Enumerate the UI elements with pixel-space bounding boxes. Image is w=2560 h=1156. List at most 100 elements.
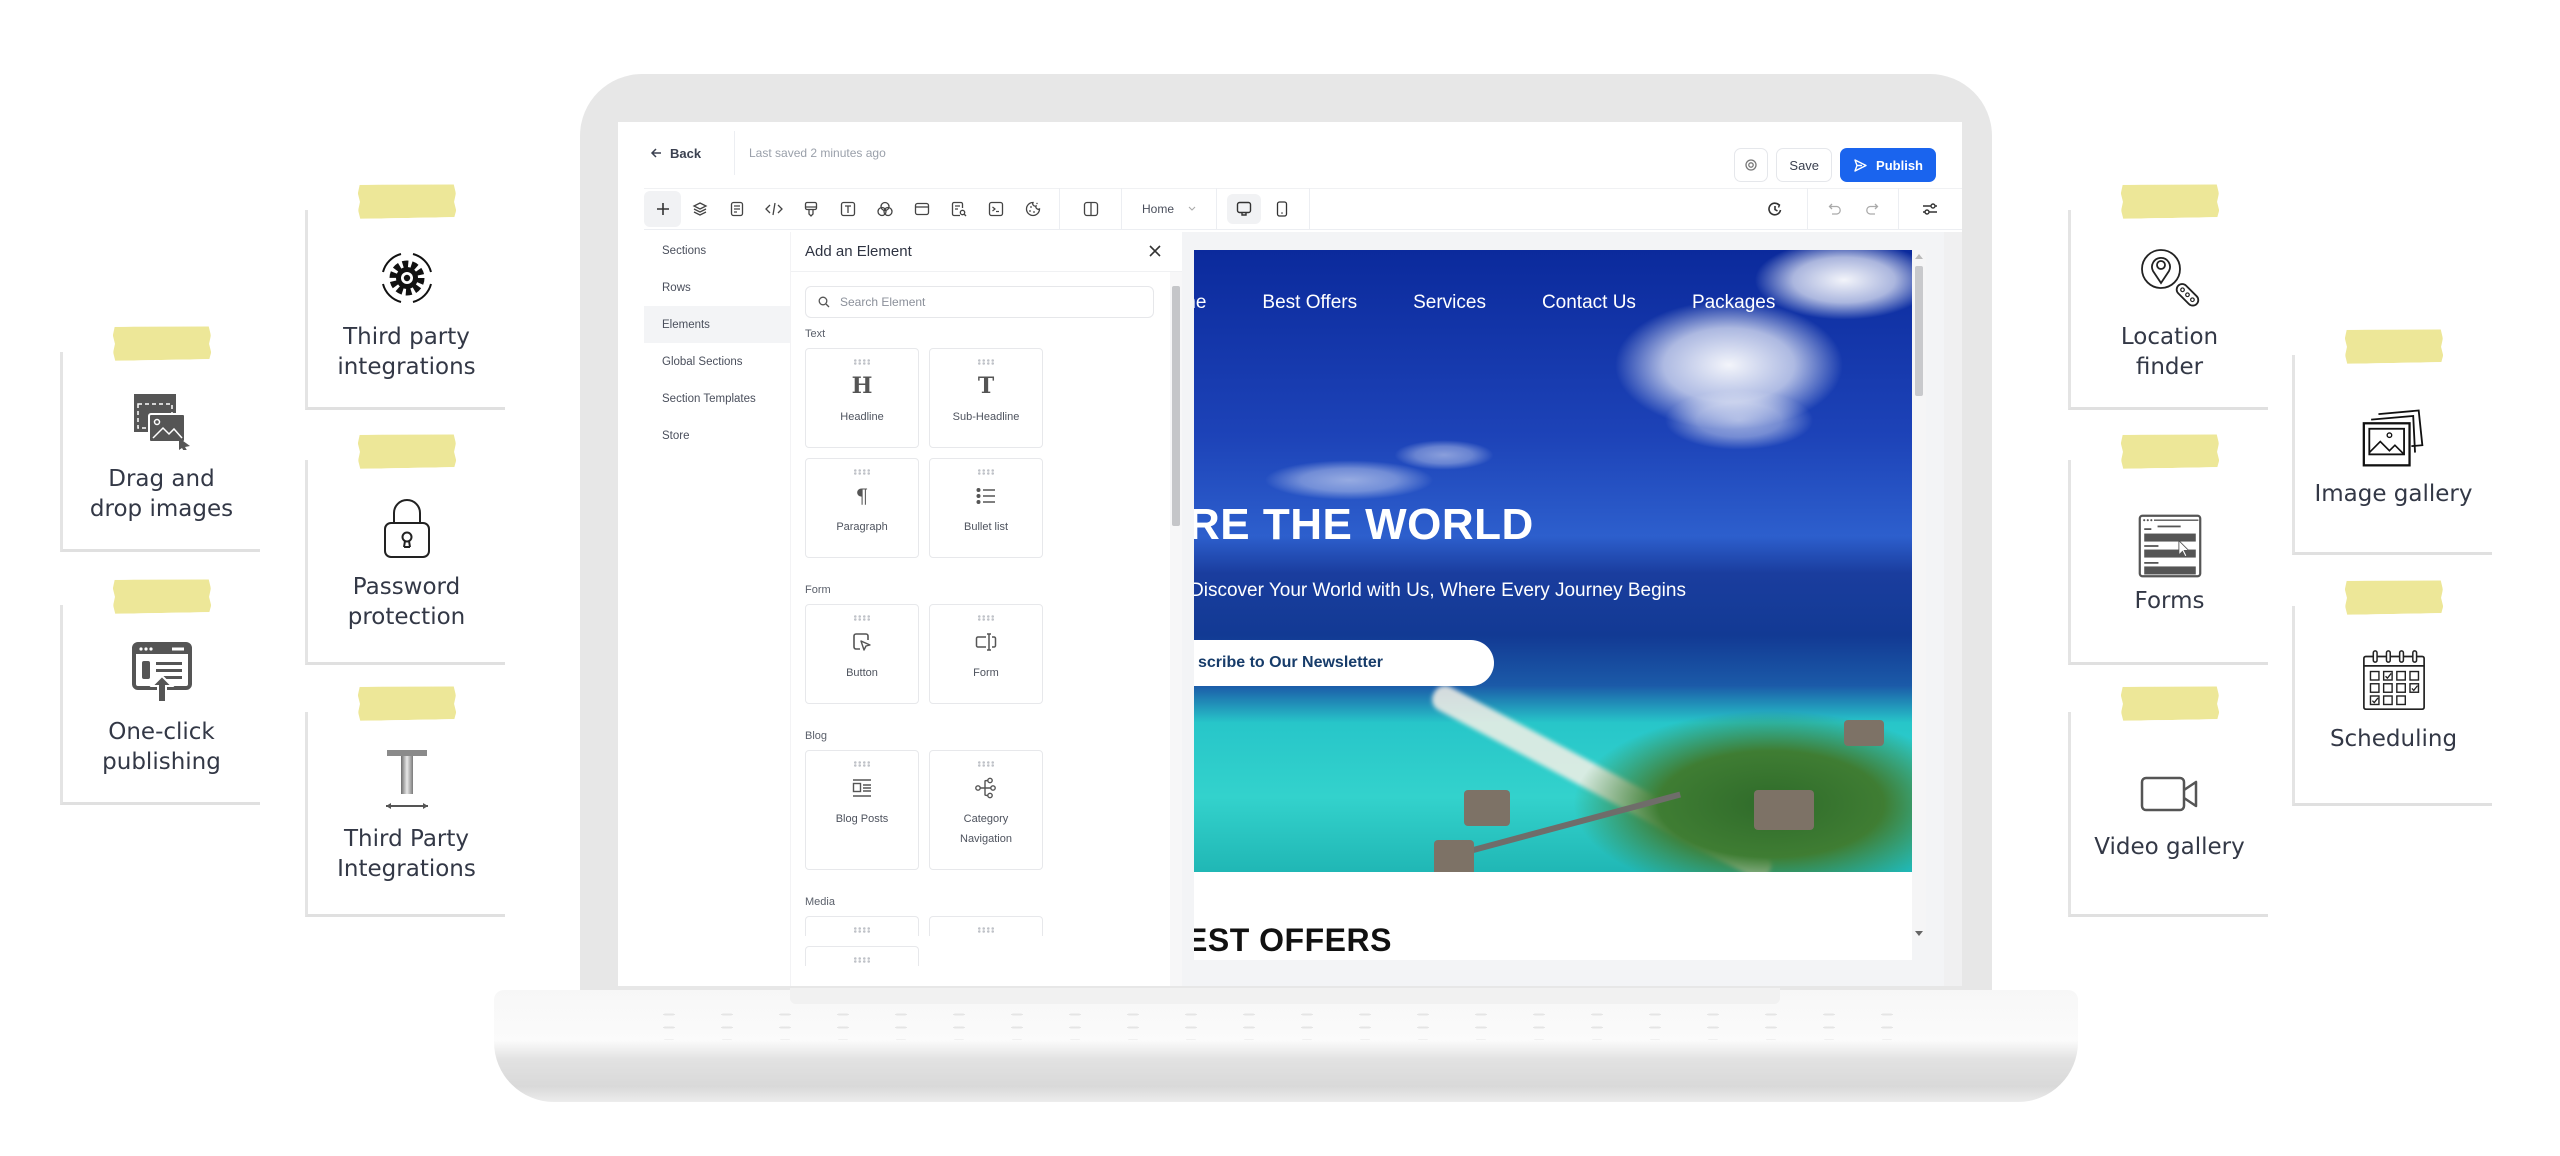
page-icon xyxy=(730,201,743,217)
scrollbar-thumb[interactable] xyxy=(1915,266,1923,396)
back-button[interactable]: Back xyxy=(618,122,734,184)
tape-decoration xyxy=(357,433,456,469)
add-element-tool[interactable] xyxy=(644,191,681,227)
cookie-consent-tool[interactable] xyxy=(1014,191,1051,227)
element-button[interactable]: Button xyxy=(805,604,919,704)
tape-decoration xyxy=(2344,579,2443,615)
newsletter-button[interactable]: scribe to Our Newsletter xyxy=(1194,640,1494,686)
feature-card-password-protection: Password protection xyxy=(305,460,505,665)
search-icon xyxy=(818,296,830,308)
hero-section[interactable]: me Best Offers Services Contact Us Packa… xyxy=(1194,250,1912,872)
drag-handle-icon[interactable] xyxy=(977,615,995,621)
redo-icon xyxy=(1865,203,1878,215)
nav-item-elements[interactable]: Elements xyxy=(644,306,790,343)
close-icon[interactable] xyxy=(1146,242,1164,260)
colors-tool[interactable] xyxy=(866,191,903,227)
drag-handle-icon[interactable] xyxy=(977,761,995,767)
blog-posts-icon xyxy=(852,775,872,801)
tape-decoration xyxy=(2120,685,2219,721)
desktop-view-button[interactable] xyxy=(1227,194,1262,224)
site-nav-best-offers[interactable]: Best Offers xyxy=(1262,292,1357,314)
scroll-up-icon[interactable] xyxy=(1915,254,1923,259)
text-style-icon xyxy=(840,201,855,217)
preview-scrollbar[interactable] xyxy=(1912,250,1926,940)
cookie-icon xyxy=(1025,201,1040,217)
text-width-icon xyxy=(375,748,439,812)
nav-item-rows[interactable]: Rows xyxy=(644,269,790,306)
laptop-keyboard xyxy=(640,1008,1930,1040)
page-search-icon xyxy=(951,201,966,217)
element-label: Category Navigation xyxy=(960,813,1012,845)
preview-button[interactable] xyxy=(1734,148,1769,182)
tracking-code-tool[interactable] xyxy=(977,191,1014,227)
tape-decoration xyxy=(357,183,456,219)
redo-button[interactable] xyxy=(1853,191,1890,227)
element-blog-posts[interactable]: Blog Posts xyxy=(805,750,919,870)
drag-handle-icon[interactable] xyxy=(977,469,995,475)
layers-tool[interactable] xyxy=(681,191,718,227)
left-nav: Sections Rows Elements Global Sections S… xyxy=(644,232,790,454)
feature-card-image-gallery: Image gallery xyxy=(2292,355,2492,555)
element-media-1[interactable] xyxy=(805,916,919,936)
sub-headline-icon: T xyxy=(977,373,995,399)
sliders-icon xyxy=(1922,203,1937,215)
split-view-tool[interactable] xyxy=(1072,191,1109,227)
drag-handle-icon[interactable] xyxy=(853,927,871,933)
nav-item-global-sections[interactable]: Global Sections xyxy=(644,343,790,380)
seo-tool[interactable] xyxy=(940,191,977,227)
nav-item-section-templates[interactable]: Section Templates xyxy=(644,380,790,417)
laptop-base xyxy=(494,990,2078,1102)
feature-label: Image gallery xyxy=(2314,481,2473,507)
mobile-icon xyxy=(1276,201,1288,217)
input-field-icon xyxy=(975,629,997,655)
feature-label: Password protection xyxy=(347,574,466,630)
publish-button[interactable]: Publish xyxy=(1840,148,1936,182)
mobile-view-button[interactable] xyxy=(1265,194,1299,224)
scrollbar-thumb[interactable] xyxy=(1172,286,1180,526)
editor-screen: Back Last saved 2 minutes ago Save Publi… xyxy=(618,122,1962,986)
site-nav-home[interactable]: me xyxy=(1194,292,1206,314)
element-label: Sub-Headline xyxy=(952,411,1020,423)
nav-item-store[interactable]: Store xyxy=(644,417,790,454)
element-headline[interactable]: H Headline xyxy=(805,348,919,448)
panel-scrollbar[interactable] xyxy=(1170,272,1182,986)
headline-icon: H xyxy=(851,373,873,399)
page-selector[interactable]: Home xyxy=(1122,202,1216,216)
site-nav-contact-us[interactable]: Contact Us xyxy=(1542,292,1636,314)
location-search-icon xyxy=(2138,246,2202,310)
site-nav-packages[interactable]: Packages xyxy=(1692,292,1775,314)
undo-button[interactable] xyxy=(1816,191,1853,227)
drag-handle-icon[interactable] xyxy=(853,615,871,621)
element-bullet-list[interactable]: Bullet list xyxy=(929,458,1043,558)
drag-handle-icon[interactable] xyxy=(977,359,995,365)
element-media-2[interactable] xyxy=(929,916,1043,936)
popup-tool[interactable] xyxy=(903,191,940,227)
search-element-input[interactable]: Search Element xyxy=(805,286,1154,318)
element-category-navigation[interactable]: Category Navigation xyxy=(929,750,1043,870)
save-button[interactable]: Save xyxy=(1776,148,1833,182)
page-select-value: Home xyxy=(1142,202,1175,216)
drag-handle-icon[interactable] xyxy=(853,761,871,767)
feature-label: Location finder xyxy=(2120,324,2219,380)
history-button[interactable] xyxy=(1756,191,1793,227)
drag-handle-icon[interactable] xyxy=(853,359,871,365)
element-paragraph[interactable]: ¶ Paragraph xyxy=(805,458,919,558)
drag-handle-icon[interactable] xyxy=(977,927,995,933)
custom-code-tool[interactable] xyxy=(755,191,792,227)
feature-label: Drag and drop images xyxy=(89,466,234,522)
typography-tool[interactable] xyxy=(829,191,866,227)
settings-button[interactable] xyxy=(1911,191,1948,227)
add-element-panel: Add an Element Search Element Text H Hea… xyxy=(790,232,1182,986)
element-media-3[interactable] xyxy=(805,946,919,966)
drag-handle-icon[interactable] xyxy=(853,957,871,963)
pages-tool[interactable] xyxy=(718,191,755,227)
site-nav-services[interactable]: Services xyxy=(1413,292,1486,314)
nav-item-sections[interactable]: Sections xyxy=(644,232,790,269)
element-sub-headline[interactable]: T Sub-Headline xyxy=(929,348,1043,448)
website-preview[interactable]: me Best Offers Services Contact Us Packa… xyxy=(1194,250,1912,960)
image-stack-icon xyxy=(2362,405,2426,469)
styles-tool[interactable] xyxy=(792,191,829,227)
element-form[interactable]: Form xyxy=(929,604,1043,704)
scroll-down-icon[interactable] xyxy=(1915,931,1923,936)
drag-handle-icon[interactable] xyxy=(853,469,871,475)
